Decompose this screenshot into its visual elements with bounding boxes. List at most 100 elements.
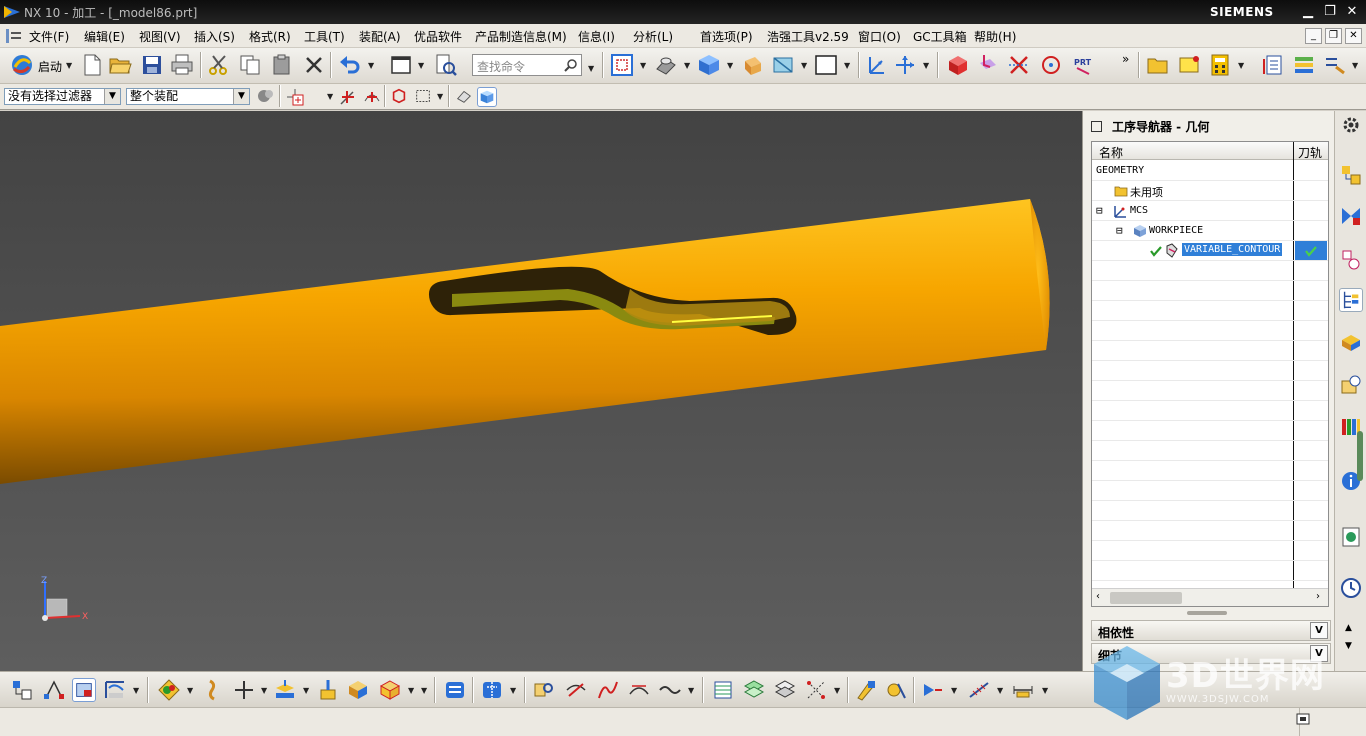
search-icon[interactable] [564, 58, 578, 72]
scroll-thumb[interactable] [1110, 592, 1182, 604]
shop-documentation-icon[interactable] [443, 678, 467, 702]
restore-button[interactable]: ❐ [1320, 3, 1340, 21]
tool-list-icon[interactable] [1323, 53, 1347, 77]
expander-icon[interactable]: ⊟ [1096, 204, 1103, 217]
rect-select-dropdown-icon[interactable]: ▼ [437, 92, 443, 101]
fit-dropdown-icon[interactable]: ▼ [640, 61, 646, 70]
feature-recognition-icon[interactable] [480, 678, 504, 702]
resource-bar-scroll-handle[interactable] [1357, 431, 1363, 481]
calc-dropdown-icon[interactable]: ▼ [1238, 61, 1244, 70]
verify-red-cube-icon[interactable] [946, 53, 970, 77]
selection-filter-select[interactable]: 没有选择过滤器 ▼ [4, 88, 121, 105]
background-dropdown-icon[interactable]: ▼ [844, 61, 850, 70]
window-dropdown-icon[interactable]: ▼ [418, 61, 424, 70]
tube-body[interactable] [0, 199, 1050, 484]
cut-icon[interactable] [207, 53, 231, 77]
menu-analysis[interactable]: 分析(L) [633, 28, 673, 45]
section-view-icon[interactable] [771, 53, 795, 77]
tool-list-dropdown-icon[interactable]: ▼ [1352, 61, 1358, 70]
child-minimize-button[interactable]: _ [1305, 28, 1322, 44]
undo-dropdown-icon[interactable]: ▼ [368, 61, 374, 70]
geometry-dropdown-icon[interactable]: ▼ [261, 686, 267, 695]
csys-icon[interactable] [864, 53, 888, 77]
copy-icon[interactable] [238, 53, 262, 77]
create-operation-icon[interactable] [316, 678, 340, 702]
render-style-icon[interactable] [654, 53, 678, 77]
ruler-icon[interactable] [1011, 678, 1035, 702]
create-geometry-icon[interactable] [232, 678, 256, 702]
tree-row-mcs[interactable]: ⊟ MCS [1092, 201, 1328, 221]
tree-row-variable-contour[interactable]: VARIABLE_CONTOUR [1092, 241, 1328, 261]
scroll-right-icon[interactable]: › [1316, 591, 1320, 602]
menu-haoqiang-tools[interactable]: 浩强工具v2.59 [767, 28, 849, 45]
edit-object-display-icon[interactable] [854, 678, 878, 702]
column-name[interactable]: 名称 [1099, 144, 1123, 161]
create-program-icon[interactable] [157, 678, 181, 702]
ruler-dropdown-icon[interactable]: ▼ [1042, 686, 1048, 695]
scroll-left-icon[interactable]: ‹ [1096, 591, 1100, 602]
select-features-icon[interactable] [256, 86, 276, 106]
hierarchy-icon[interactable] [42, 678, 66, 702]
curve-cut-icon[interactable] [564, 678, 588, 702]
curve-dropdown-icon[interactable]: ▼ [688, 686, 694, 695]
start-dropdown-icon[interactable]: ▼ [66, 61, 72, 70]
save-icon[interactable] [140, 53, 164, 77]
machine-tool-navigator-icon[interactable] [1339, 330, 1363, 354]
fit-view-icon[interactable] [610, 53, 634, 77]
probe-icon[interactable] [532, 678, 556, 702]
child-close-button[interactable]: ✕ [1345, 28, 1362, 44]
orient-view-icon[interactable] [741, 53, 765, 77]
start-label[interactable]: 启动 [38, 58, 62, 75]
toolbar-overflow[interactable]: » [1122, 52, 1129, 66]
section-dropdown-icon[interactable]: ▼ [801, 61, 807, 70]
create-method-icon[interactable] [273, 678, 297, 702]
transform-icon[interactable] [921, 678, 945, 702]
stack-green-icon[interactable] [1292, 53, 1316, 77]
blank-geometry-icon[interactable] [378, 678, 402, 702]
arc-curve-icon[interactable] [627, 678, 651, 702]
full-screen-icon[interactable] [1296, 713, 1310, 725]
select-body-icon[interactable] [477, 87, 497, 107]
shaded-cube-icon[interactable] [697, 53, 721, 77]
note-icon[interactable] [1177, 53, 1201, 77]
part-navigator-icon[interactable] [1339, 163, 1363, 187]
menu-youpin[interactable]: 优品软件 [414, 28, 462, 45]
selection-scope-select[interactable]: 整个装配 ▼ [126, 88, 250, 105]
menu-help[interactable]: 帮助(H) [974, 28, 1016, 45]
class-select-icon[interactable] [10, 678, 34, 702]
scope-arrow-icon[interactable]: ▼ [233, 89, 249, 104]
machining-feature-icon[interactable] [1339, 373, 1363, 397]
constraint-navigator-icon[interactable] [1339, 248, 1363, 272]
menu-file[interactable]: 文件(F) [29, 28, 69, 45]
move-to-layer-icon[interactable] [804, 678, 828, 702]
delete-icon[interactable] [302, 53, 326, 77]
folder-yellow-icon[interactable] [1146, 53, 1170, 77]
menu-window[interactable]: 窗口(O) [858, 28, 901, 45]
menu-tools[interactable]: 工具(T) [304, 28, 345, 45]
child-restore-button[interactable]: ❐ [1325, 28, 1342, 44]
layer-visible-icon[interactable] [773, 678, 797, 702]
expander-icon[interactable]: ⊟ [1116, 224, 1123, 237]
layers-stack-icon[interactable] [742, 678, 766, 702]
paste-icon[interactable] [270, 53, 294, 77]
menu-view[interactable]: 视图(V) [139, 28, 181, 45]
filter-arrow-icon[interactable]: ▼ [104, 89, 120, 104]
menu-edit[interactable]: 编辑(E) [84, 28, 125, 45]
show-hide-icon[interactable] [884, 678, 908, 702]
clearance-circle-icon[interactable] [1039, 53, 1063, 77]
calculator-icon[interactable] [1208, 53, 1232, 77]
assembly-navigator-icon[interactable] [1339, 204, 1363, 228]
background-icon[interactable] [814, 53, 838, 77]
blank-dropdown-icon[interactable]: ▼ [408, 686, 414, 695]
menu-format[interactable]: 格式(R) [249, 28, 291, 45]
snap-arc-icon[interactable] [362, 87, 382, 107]
menu-preferences[interactable]: 首选项(P) [700, 28, 753, 45]
nav-view-dropdown-icon[interactable]: ▼ [133, 686, 139, 695]
workpiece-create-icon[interactable] [346, 678, 370, 702]
window-icon[interactable] [389, 53, 413, 77]
snap-point-icon[interactable] [285, 87, 305, 107]
machine-method-icon[interactable] [103, 678, 127, 702]
open-folder-icon[interactable] [108, 53, 132, 77]
close-button[interactable]: ✕ [1342, 3, 1362, 21]
menu-gc-toolbox[interactable]: GC工具箱 [913, 28, 967, 45]
